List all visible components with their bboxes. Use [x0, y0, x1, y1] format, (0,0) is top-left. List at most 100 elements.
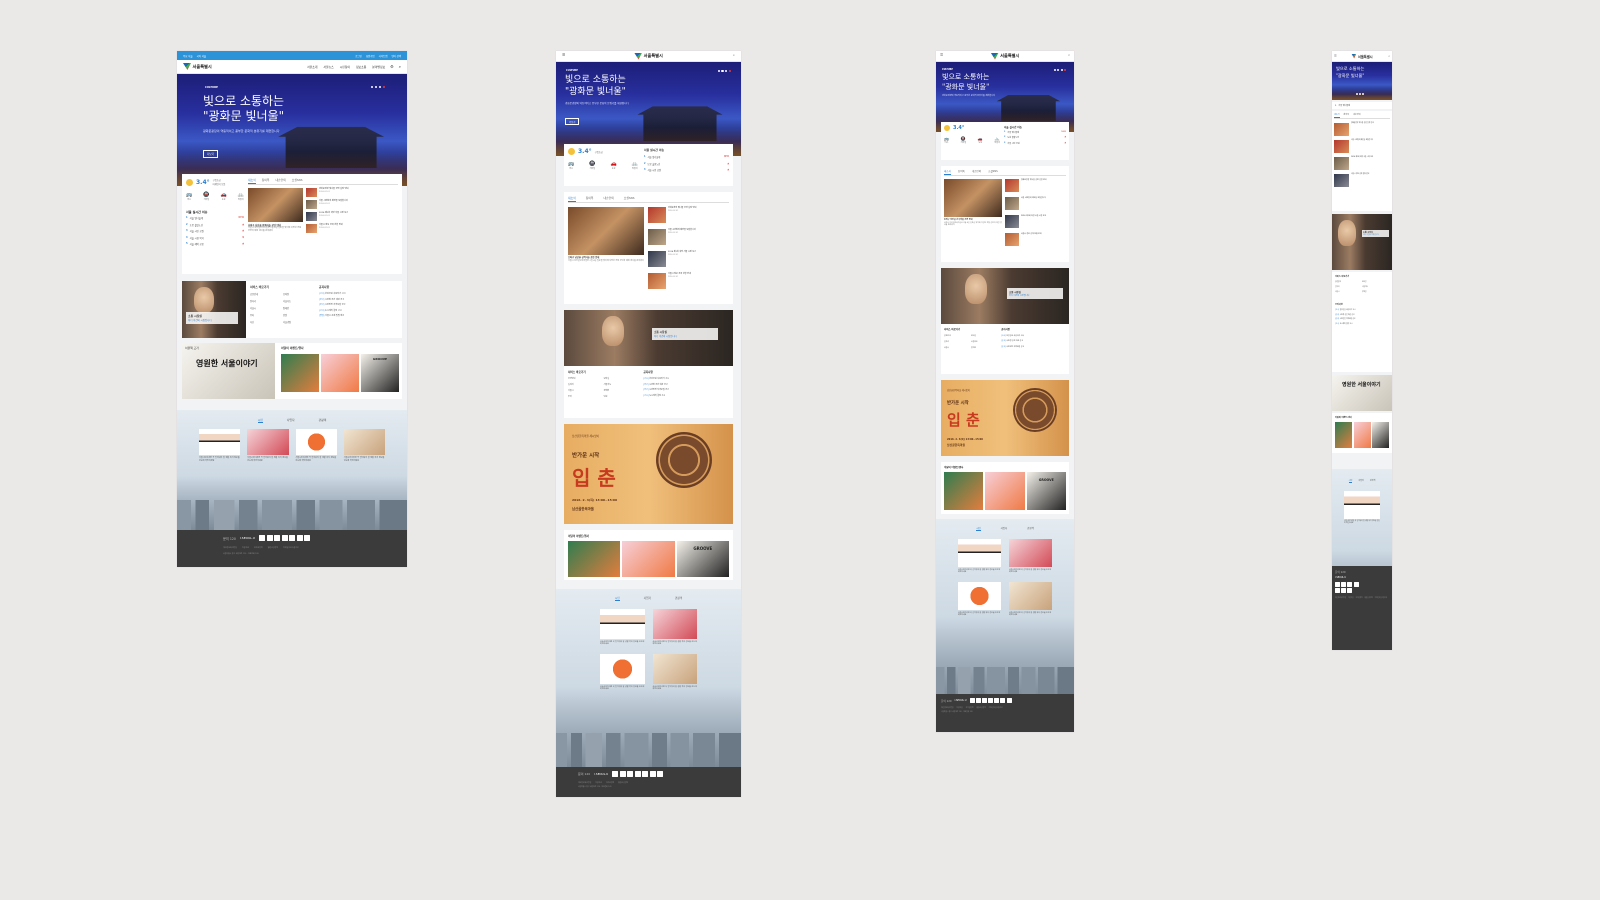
notice-item[interactable]: [고시] 도시계획 결정 고시 — [1335, 323, 1389, 325]
service-item[interactable]: 서울시 — [1335, 291, 1362, 293]
keyword-item[interactable]: 4 서울 시청 복지 ▼ — [186, 236, 244, 240]
sitemap-link[interactable]: 사이트맵 — [379, 54, 388, 58]
notice-item[interactable]: [고시] 도시계획 결정 고시 — [319, 309, 398, 312]
notice-item[interactable]: [공고] 시민안전 지역모집 공고 — [643, 388, 729, 391]
transport-subway[interactable]: 🚇 지하철 — [203, 193, 209, 202]
tab-participation[interactable]: 참여톡 — [958, 169, 965, 175]
news-item[interactable]: 서울시 정보 공개 현황 안내 2016.02.01 — [306, 224, 398, 233]
tab-news[interactable]: 새소식 — [944, 169, 951, 175]
mayor-banner[interactable]: 소통 시장실 어디 이건의 시장입니다 — [1332, 214, 1392, 270]
facebook-icon[interactable] — [969, 698, 975, 703]
notice-item[interactable]: [공고] 시민청 공간 대관 공고 — [1335, 314, 1389, 316]
news-main-image[interactable] — [568, 207, 644, 255]
footer-link[interactable]: 웹접근성정책 — [976, 707, 985, 709]
footer-link[interactable]: 저작권정책 — [1356, 597, 1363, 599]
carousel-dot[interactable] — [717, 70, 720, 73]
tab-sns[interactable]: 소셜SNS — [988, 169, 998, 175]
twitter-icon[interactable] — [975, 698, 981, 703]
menu-icon[interactable]: ☰ — [940, 53, 943, 57]
citizen-card-image[interactable] — [1344, 491, 1380, 519]
notice-item[interactable]: [고시] 한강공원 사용허가 고시 — [1001, 334, 1066, 337]
service-item[interactable]: 장애인 — [971, 346, 998, 349]
notice-item[interactable]: [고시] 한강공원 사용허가 고시 — [1335, 309, 1389, 311]
event-poster-3[interactable]: GROOVE — [1026, 472, 1066, 510]
carousel-dot[interactable] — [374, 86, 378, 89]
tab-mine[interactable]: 내손안의 — [972, 169, 981, 175]
service-item[interactable]: 서울광장 — [283, 320, 316, 324]
tab-business[interactable]: 사업자 — [1358, 479, 1364, 483]
ipchun-banner[interactable]: 남산골한옥마을 세시맞이 반가운 시작 입 춘 2016. 2. 4(목) 13… — [941, 380, 1069, 456]
home-icon[interactable] — [988, 698, 994, 703]
tab-business[interactable]: 사업자 — [644, 596, 651, 601]
transport-subway[interactable]: 🚇 지하철 — [961, 137, 967, 145]
citizen-card-image[interactable] — [247, 429, 289, 455]
gnb-item[interactable]: 분야별정보 — [372, 65, 385, 69]
footer-link[interactable]: 이메일무단수집거부 — [989, 707, 1003, 709]
tab-news[interactable]: 새소식 — [248, 178, 256, 184]
service-item[interactable]: 일자리 — [250, 299, 283, 303]
app-icon[interactable] — [657, 771, 664, 777]
logo[interactable]: 서울특별시 — [634, 52, 663, 60]
service-item[interactable]: 민원 — [283, 313, 316, 317]
home-icon[interactable] — [1353, 582, 1359, 587]
service-item[interactable]: 모바일 — [283, 292, 316, 296]
app-icon[interactable] — [1347, 588, 1353, 594]
book-banner[interactable]: 영원한 서울이야기 — [1332, 375, 1392, 411]
notice-item[interactable]: [공고] 시민안전 지역모집 공고 — [1335, 318, 1389, 320]
citizen-card-image[interactable] — [295, 429, 337, 455]
notice-item[interactable]: [고시] 한강공원 사용허가 고시 — [643, 377, 729, 380]
news-item[interactable]: 광화문광장 빛너울 공연 일정 안내 — [1334, 123, 1390, 136]
citizen-card-image[interactable] — [958, 581, 1001, 610]
tab-mine[interactable]: 내손안의 — [275, 178, 285, 184]
carousel-dot-active[interactable] — [728, 70, 731, 73]
keyword-item[interactable]: 5 서울 혜택 공유 ▲ — [186, 242, 244, 246]
citizen-card-image[interactable] — [652, 609, 697, 639]
citizen-card-image[interactable] — [600, 653, 645, 684]
tab-citizen[interactable]: 시민 — [976, 526, 981, 531]
transport-bus[interactable]: 🚌 버스 — [568, 162, 574, 171]
tab-sns[interactable]: 소셜SNS — [292, 178, 303, 184]
instagram-icon[interactable] — [1341, 588, 1347, 594]
footer-link[interactable]: 저작권정책 — [254, 546, 263, 549]
event-poster-2[interactable] — [622, 541, 675, 577]
login-link[interactable]: 로그인 — [355, 54, 362, 58]
transport-bus[interactable]: 🚌 버스 — [186, 193, 192, 202]
service-item[interactable]: 서울시 — [568, 389, 604, 392]
home-icon[interactable] — [634, 771, 641, 777]
news-item[interactable]: 서울 시민참여 제안을 모집합니다 2016.02.01 — [648, 229, 729, 245]
service-item[interactable]: 공연안내 — [944, 334, 971, 337]
util-link[interactable]: 국어 서울 — [197, 54, 207, 58]
news-item[interactable]: 2016 제1회 희망 서울 시정 보고 — [1334, 157, 1390, 170]
event-poster-3[interactable]: GROOVE — [676, 541, 729, 577]
carousel-dot[interactable] — [725, 70, 728, 73]
service-item[interactable]: 서울지도 — [1362, 286, 1389, 288]
book-banner[interactable]: 서울책 고가 영원한 서울이야기 — [182, 343, 275, 399]
tab-business[interactable]: 사업자 — [1001, 526, 1008, 531]
service-item[interactable]: 서울시 — [250, 306, 283, 310]
carousel-dot[interactable] — [1057, 69, 1059, 71]
search-icon[interactable]: ⌕ — [733, 54, 735, 58]
carousel-dot[interactable] — [1053, 69, 1056, 71]
service-item[interactable]: 공연안내 — [568, 377, 604, 380]
mayor-banner[interactable]: 소통 시장실 어디 이건의 시장입니다 — [182, 281, 246, 338]
service-item[interactable]: 서울지도 — [283, 299, 316, 303]
instagram-icon[interactable] — [296, 535, 303, 541]
citizen-card-image[interactable] — [958, 539, 1001, 567]
notice-item[interactable]: [고시] 도시계획 결정 고시 — [643, 394, 729, 397]
transport-road[interactable]: 🚗 도로 — [221, 193, 227, 202]
carousel-dot[interactable] — [1060, 69, 1063, 71]
event-poster-1[interactable] — [568, 541, 621, 577]
news-item[interactable]: 서울시 정보 공개 현황 안내 — [1334, 174, 1390, 187]
notice-item[interactable]: [공고] 시민안전 지역모집 공고 — [1001, 345, 1066, 348]
event-poster-2[interactable] — [321, 354, 359, 392]
keyword-item[interactable]: 1 서울 빛너울제 NEW — [186, 216, 244, 220]
event-poster-1[interactable] — [281, 354, 319, 392]
footer-link[interactable]: 이용약관 — [1348, 597, 1354, 599]
tab-participation[interactable]: 참여톡 — [1344, 113, 1350, 118]
event-poster-1[interactable] — [944, 472, 984, 510]
facebook-icon[interactable] — [612, 771, 619, 777]
notice-item[interactable]: [공고] 시민안전 지역모집 공고 — [319, 303, 398, 306]
logo[interactable]: 서울특별시 — [183, 63, 212, 70]
keyword-text[interactable]: 서울 빛너울제 — [1338, 104, 1350, 107]
service-item[interactable]: 모바일 — [604, 377, 640, 380]
